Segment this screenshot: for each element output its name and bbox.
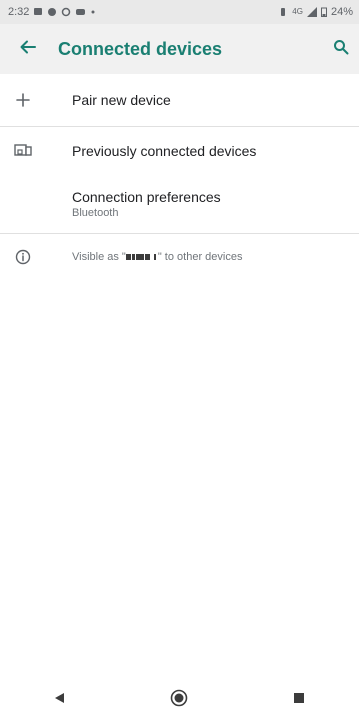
pair-new-device-item[interactable]: Pair new device <box>0 74 359 126</box>
signal-icon <box>306 7 317 17</box>
pair-new-device-label: Pair new device <box>72 92 171 108</box>
nav-back-button[interactable] <box>30 687 90 713</box>
previously-connected-text: Previously connected devices <box>46 143 359 159</box>
more-notifications-dot-icon <box>90 9 96 15</box>
info-icon <box>0 249 46 265</box>
game-notification-icon <box>75 7 86 17</box>
status-left: 2:32 <box>8 6 96 18</box>
app-notification-icon <box>47 7 57 17</box>
previously-connected-label: Previously connected devices <box>72 142 257 159</box>
connection-preferences-label: Connection preferences <box>72 188 221 205</box>
visibility-info-line: Visible as " " to other devices <box>72 251 359 263</box>
previously-connected-devices-item[interactable]: Previously connected devices <box>0 127 359 174</box>
page-title: Connected devices <box>58 38 223 59</box>
plus-icon <box>0 93 46 107</box>
visibility-suffix: " to other devices <box>157 251 243 263</box>
battery-icon <box>320 7 327 17</box>
nav-home-button[interactable] <box>149 687 209 713</box>
battery-percent: 24% <box>330 6 353 18</box>
home-circle-icon <box>170 689 188 712</box>
status-time: 2:32 <box>8 6 30 18</box>
connection-preferences-item[interactable]: Connection preferences Bluetooth <box>0 174 359 233</box>
pair-new-device-text: Pair new device <box>46 92 359 108</box>
status-bar: 2:32 4G 24% <box>0 0 359 24</box>
visibility-info-item: Visible as " " to other devices <box>0 234 359 280</box>
square-icon <box>293 691 305 709</box>
settings-list: Pair new device Previously connected dev… <box>0 74 359 280</box>
sync-notification-icon <box>61 7 71 17</box>
redacted-device-name <box>125 251 158 263</box>
app-bar: Connected devices <box>0 24 359 74</box>
status-right: 4G 24% <box>278 6 353 18</box>
arrow-left-icon <box>19 38 37 61</box>
visibility-prefix: Visible as " <box>72 251 126 263</box>
connection-preferences-text: Connection preferences Bluetooth <box>46 189 359 219</box>
search-icon <box>333 39 349 60</box>
triangle-left-icon <box>54 691 66 709</box>
search-button[interactable] <box>323 24 359 74</box>
connection-preferences-subtitle: Bluetooth <box>72 206 119 219</box>
message-notification-icon <box>33 7 43 17</box>
visibility-info-text: Visible as " " to other devices <box>46 251 359 263</box>
vibrate-icon <box>278 7 288 17</box>
nav-recents-button[interactable] <box>269 687 329 713</box>
devices-icon <box>0 144 46 157</box>
navigation-bar <box>0 687 359 713</box>
back-button[interactable] <box>0 24 56 74</box>
network-type-label: 4G <box>292 7 303 16</box>
